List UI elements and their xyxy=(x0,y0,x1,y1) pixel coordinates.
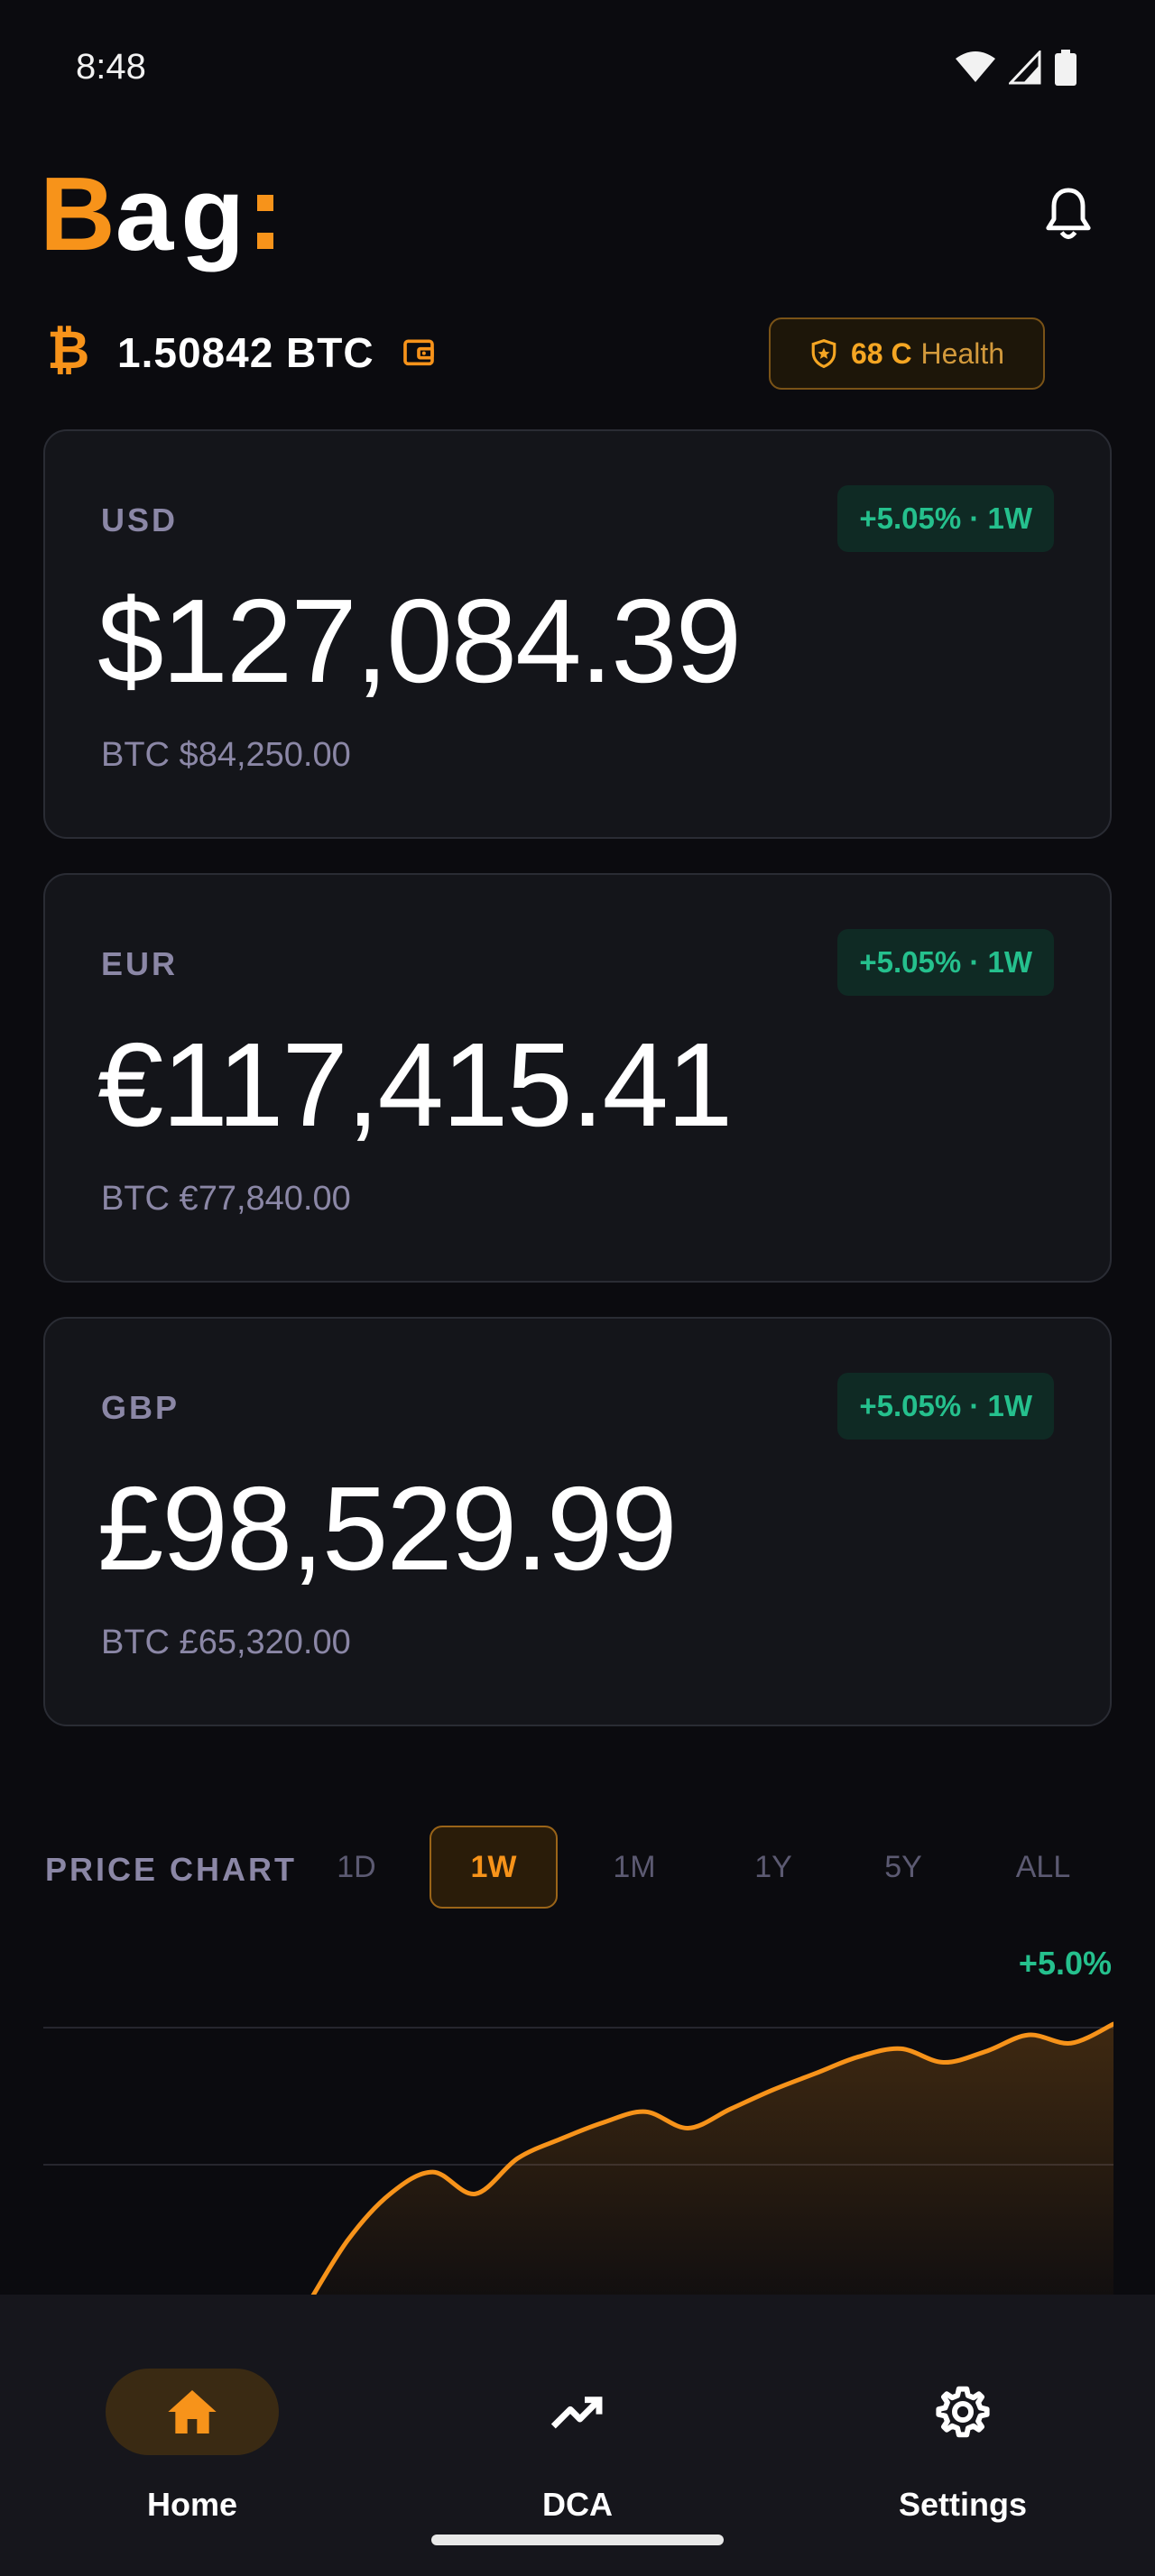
btc-price: BTC $84,250.00 xyxy=(101,736,351,774)
range-tab-1m[interactable]: 1M xyxy=(601,1826,668,1909)
range-tab-all[interactable]: ALL xyxy=(1005,1826,1081,1909)
range-tab-5y[interactable]: 5Y xyxy=(870,1826,937,1909)
range-tab-1d[interactable]: 1D xyxy=(325,1826,388,1909)
shield-icon xyxy=(811,338,836,369)
status-bar: 8:48 xyxy=(0,0,1155,135)
range-tab-1w[interactable]: 1W xyxy=(430,1826,558,1909)
portfolio-value: $127,084.39 xyxy=(97,575,742,707)
price-chart[interactable] xyxy=(43,2002,1113,2296)
change-badge: +5.05% · 1W xyxy=(837,1373,1054,1440)
bitcoin-icon: ₿ xyxy=(47,321,90,380)
battery-icon xyxy=(1055,50,1076,86)
home-indicator-bar[interactable] xyxy=(431,2535,724,2545)
notification-bell-icon[interactable] xyxy=(1041,186,1095,244)
currency-card-gbp[interactable]: GBP +5.05% · 1W £98,529.99 BTC £65,320.0… xyxy=(43,1317,1112,1726)
price-chart-header: PRICE CHART 1D 1W 1M 1Y 5Y ALL xyxy=(45,1826,1119,1912)
currency-code: EUR xyxy=(101,945,179,982)
currency-code: USD xyxy=(101,501,179,538)
app-root: 8:48 B ag ₿ 1.50842 BTC 68 C Health USD … xyxy=(0,0,1155,2576)
nav-item-dca[interactable]: DCA xyxy=(460,2331,695,2523)
btc-balance: 1.50842 BTC xyxy=(117,329,374,376)
currency-card-eur[interactable]: EUR +5.05% · 1W €117,415.41 BTC €77,840.… xyxy=(43,873,1112,1283)
balance-row: ₿ 1.50842 BTC 68 C Health xyxy=(47,317,1108,390)
change-badge: +5.05% · 1W xyxy=(837,485,1054,552)
price-chart-title: PRICE CHART xyxy=(45,1851,298,1888)
health-label: Health xyxy=(920,336,1005,370)
btc-price: BTC €77,840.00 xyxy=(101,1180,351,1218)
health-score: 68 C xyxy=(850,336,912,370)
currency-card-usd[interactable]: USD +5.05% · 1W $127,084.39 BTC $84,250.… xyxy=(43,429,1112,839)
trending-up-icon xyxy=(550,2397,603,2429)
nav-item-home[interactable]: Home xyxy=(75,2331,310,2523)
currency-code: GBP xyxy=(101,1389,180,1426)
range-tab-1y[interactable]: 1Y xyxy=(740,1826,807,1909)
nav-label-home: Home xyxy=(146,2486,238,2523)
chart-change-percent: +5.0% xyxy=(1018,1945,1112,1982)
gear-icon xyxy=(936,2386,990,2438)
price-chart-svg xyxy=(43,2021,1113,2296)
logo-text: ag xyxy=(115,155,253,272)
portfolio-value: £98,529.99 xyxy=(97,1462,678,1595)
change-badge: +5.05% · 1W xyxy=(837,929,1054,996)
app-logo: B ag xyxy=(40,155,274,272)
chart-area-fill xyxy=(305,2024,1113,2296)
nav-item-settings[interactable]: Settings xyxy=(845,2331,1080,2523)
btc-price: BTC £65,320.00 xyxy=(101,1624,351,1661)
status-time: 8:48 xyxy=(76,47,146,87)
status-icons xyxy=(955,50,1077,86)
logo-dots xyxy=(257,195,274,249)
logo-bitcoin-letter: B xyxy=(40,155,116,272)
nav-label-dca: DCA xyxy=(542,2486,613,2523)
portfolio-value: €117,415.41 xyxy=(97,1018,733,1151)
home-icon xyxy=(168,2390,217,2433)
health-badge[interactable]: 68 C Health xyxy=(769,317,1045,390)
cellular-signal-icon xyxy=(1009,51,1041,85)
nav-label-settings: Settings xyxy=(898,2486,1027,2523)
wallet-icon[interactable] xyxy=(401,334,437,370)
wifi-icon xyxy=(956,51,995,82)
